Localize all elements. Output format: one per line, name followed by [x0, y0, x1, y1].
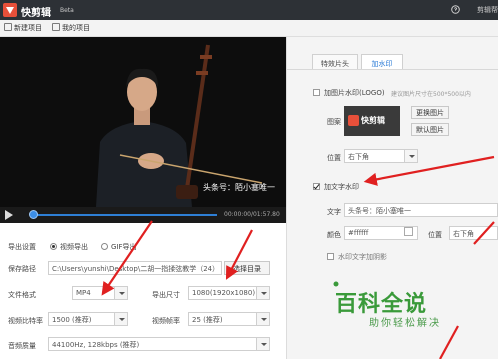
color-swatch[interactable] — [404, 227, 413, 236]
tab-intro-effects[interactable]: 特效片头 — [312, 54, 358, 70]
export-size-select[interactable]: 1080(1920x1080) — [188, 286, 270, 300]
app-logo-icon — [348, 115, 359, 126]
video-export-radio[interactable] — [50, 243, 57, 250]
image-position-value: 右下角 — [348, 153, 369, 161]
chevron-down-icon — [114, 313, 127, 325]
my-projects-label: 我的项目 — [62, 24, 90, 32]
color-value: #ffffff — [348, 229, 369, 237]
export-size-value: 1080(1920x1080) — [192, 289, 256, 297]
text-position-value: 右下角 — [453, 230, 474, 238]
brand-watermark-subtitle: 助你轻松解决 — [369, 318, 441, 329]
app-title: 快剪辑 — [21, 8, 51, 19]
image-watermark-label[interactable]: 加图片水印(LOGO) — [324, 88, 385, 98]
file-format-select[interactable]: MP4 — [72, 286, 128, 300]
text-shadow-label[interactable]: 水印文字加阴影 — [338, 252, 387, 262]
help-link[interactable]: 剪辑帮 — [477, 5, 498, 15]
chevron-down-icon — [256, 313, 269, 325]
export-settings: 导出设置 视频导出 GIF导出 保存路径 C:\Users\yunshi\Des… — [0, 223, 286, 359]
folder-icon — [52, 23, 60, 31]
chevron-down-icon — [404, 150, 417, 162]
file-format-value: MP4 — [76, 289, 91, 297]
gif-export-label[interactable]: GIF导出 — [111, 242, 137, 252]
play-icon[interactable] — [4, 210, 13, 220]
gif-export-radio[interactable] — [101, 243, 108, 250]
save-path-input[interactable]: C:\Users\yunshi\Desktop\二胡一指揉弦教学（24） — [48, 261, 222, 275]
audio-quality-label: 音频质量 — [8, 342, 36, 350]
export-size-label: 导出尺寸 — [152, 291, 180, 299]
player-controls: 00:00:00/01:57.80 — [0, 207, 286, 223]
pattern-label: 图案 — [327, 118, 341, 126]
image-position-label: 位置 — [327, 154, 341, 162]
new-project-button[interactable]: 新建项目 — [4, 23, 42, 34]
file-format-label: 文件格式 — [8, 291, 36, 299]
color-label: 颜色 — [327, 231, 341, 239]
audio-quality-value: 44100Hz, 128kbps (推荐) — [52, 341, 140, 349]
chevron-down-icon — [256, 338, 269, 350]
export-settings-label: 导出设置 — [8, 243, 36, 251]
progress-thumb[interactable] — [29, 210, 38, 219]
video-export-label[interactable]: 视频导出 — [60, 242, 88, 252]
image-position-select[interactable]: 右下角 — [344, 149, 418, 163]
text-shadow-checkbox[interactable] — [327, 253, 334, 260]
text-position-select[interactable]: 右下角 — [449, 226, 498, 240]
logo-preview-text: 快剪辑 — [361, 116, 385, 125]
frame-rate-select[interactable]: 25 (推荐) — [188, 312, 270, 326]
logo-preview: 快剪辑 — [344, 106, 400, 136]
default-image-button[interactable]: 默认图片 — [411, 123, 449, 136]
video-bitrate-value: 1500 (推荐) — [52, 316, 92, 324]
time-display: 00:00:00/01:57.80 — [224, 211, 280, 218]
video-bitrate-select[interactable]: 1500 (推荐) — [48, 312, 128, 326]
text-watermark-label[interactable]: 加文字水印 — [324, 182, 359, 192]
frame-rate-label: 视频帧率 — [152, 317, 180, 325]
text-position-label: 位置 — [428, 231, 442, 239]
help-icon[interactable] — [451, 5, 460, 14]
image-size-hint: 建议图片尺寸在500*500以内 — [391, 91, 471, 98]
chevron-down-icon — [256, 287, 269, 299]
tab-watermark[interactable]: 加水印 — [361, 54, 403, 70]
text-watermark-checkbox[interactable] — [313, 183, 320, 190]
video-watermark-text: 头条号：陌小塞唯一 — [203, 183, 275, 192]
watermark-text-input[interactable]: 头条号：陌小塞唯一 — [344, 203, 498, 217]
save-path-value: C:\Users\yunshi\Desktop\二胡一指揉弦教学（24） — [52, 265, 220, 273]
video-bitrate-label: 视频比特率 — [8, 317, 43, 325]
frame-rate-value: 25 (推荐) — [192, 316, 223, 324]
change-image-button[interactable]: 更换图片 — [411, 106, 449, 119]
new-project-label: 新建项目 — [14, 24, 42, 32]
toolbar: 新建项目 我的项目 — [0, 20, 498, 37]
watermark-text-value: 头条号：陌小塞唯一 — [348, 207, 411, 215]
progress-track[interactable] — [31, 214, 217, 216]
my-projects-button[interactable]: 我的项目 — [52, 23, 90, 34]
tab-divider — [287, 69, 498, 70]
video-preview[interactable]: 头条号：陌小塞唯一 — [0, 37, 286, 207]
title-bar: 快剪辑 Beta 剪辑帮 — [0, 0, 498, 20]
choose-directory-button[interactable]: 选择目录 — [224, 261, 270, 275]
image-watermark-checkbox[interactable] — [313, 89, 320, 96]
new-file-icon — [4, 23, 12, 31]
app-logo-icon — [3, 3, 17, 17]
audio-quality-select[interactable]: 44100Hz, 128kbps (推荐) — [48, 337, 270, 351]
save-path-label: 保存路径 — [8, 265, 36, 273]
chevron-down-icon — [114, 287, 127, 299]
text-label: 文字 — [327, 208, 341, 216]
beta-badge: Beta — [60, 7, 74, 14]
